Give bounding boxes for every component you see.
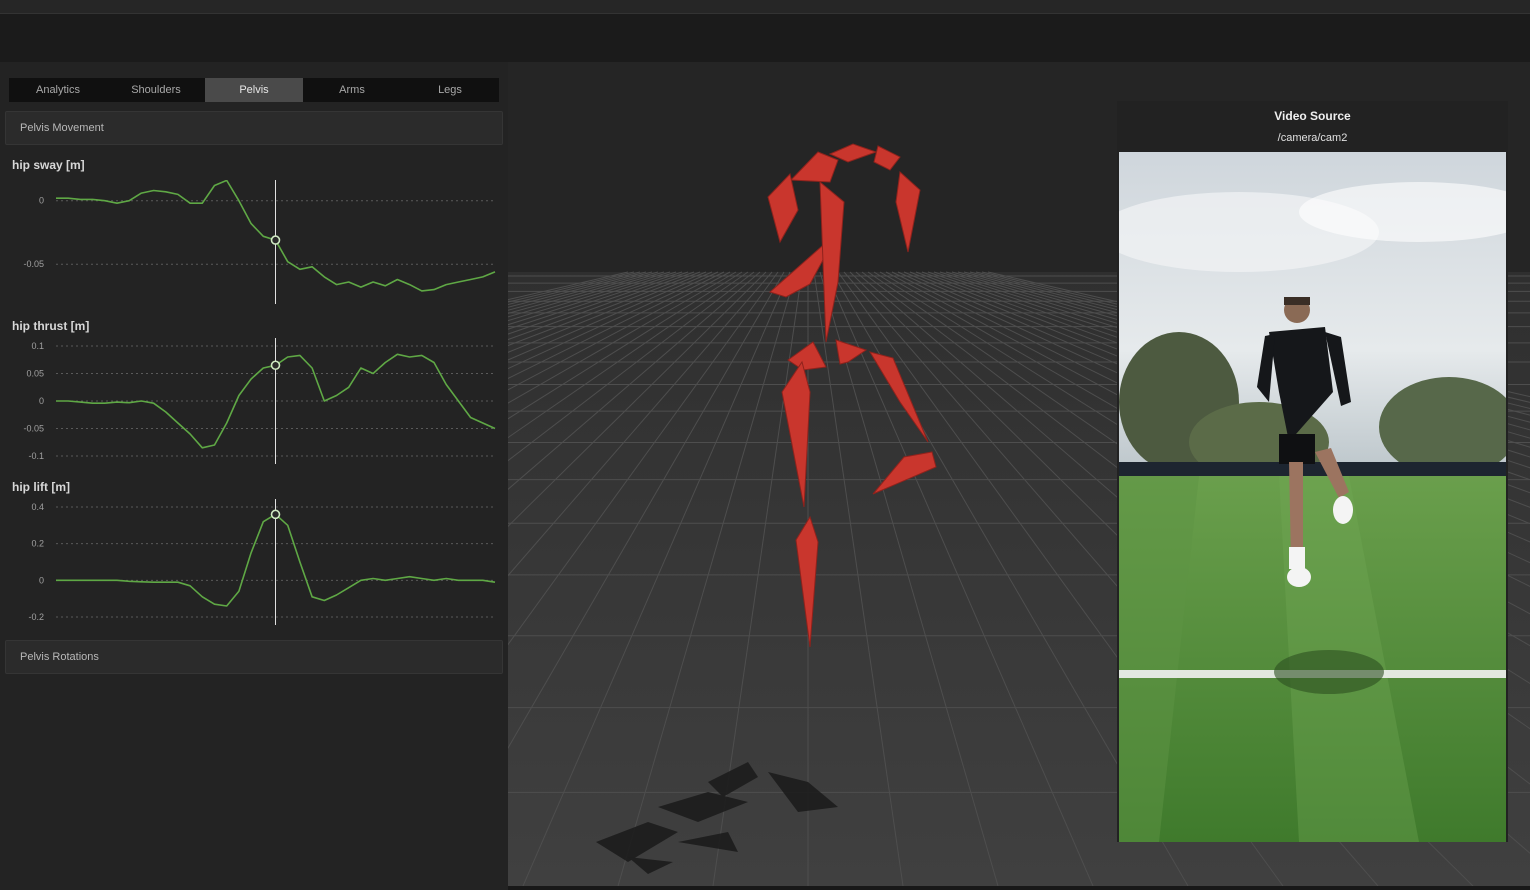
cursor-marker — [270, 360, 281, 371]
video-source-panel: Video Source /camera/cam2 — [1117, 101, 1508, 842]
video-frame-image — [1119, 152, 1506, 842]
tab-pelvis[interactable]: Pelvis — [205, 78, 303, 102]
title-bar — [0, 0, 1530, 14]
tab-bar: Analytics Shoulders Pelvis Arms Legs — [9, 78, 499, 102]
cursor-marker — [270, 235, 281, 245]
tab-arms[interactable]: Arms — [303, 78, 401, 102]
status-bar — [508, 886, 1530, 890]
video-source-path: /camera/cam2 — [1277, 132, 1348, 144]
hip-sway-plot[interactable]: 0 -0.05 — [8, 180, 503, 304]
section-pelvis-movement[interactable]: Pelvis Movement — [5, 111, 503, 145]
hip-lift-title: hip lift [m] — [12, 480, 70, 494]
cursor-marker — [270, 509, 281, 520]
hip-thrust-title: hip thrust [m] — [12, 319, 90, 333]
y-tick-label: -0.05 — [23, 424, 44, 434]
toolbar-area — [0, 14, 1530, 62]
y-tick-label: 0.05 — [26, 369, 44, 379]
app-window: Analytics Shoulders Pelvis Arms Legs Pel… — [0, 0, 1530, 890]
tab-legs[interactable]: Legs — [401, 78, 499, 102]
hip-thrust-plot[interactable]: 0.1 0.05 0 -0.05 -0.1 — [8, 338, 503, 464]
y-tick-label: 0 — [39, 575, 44, 585]
video-panel-title: Video Source — [1274, 109, 1351, 123]
analysis-panel: Analytics Shoulders Pelvis Arms Legs Pel… — [0, 62, 508, 890]
y-tick-label: 0 — [39, 196, 44, 206]
y-tick-label: 0.2 — [31, 539, 44, 549]
hip-lift-plot[interactable]: 0.4 0.2 0 -0.2 — [8, 499, 503, 625]
hip-sway-title: hip sway [m] — [12, 158, 85, 172]
video-feed[interactable] — [1119, 152, 1506, 842]
section-pelvis-rotations[interactable]: Pelvis Rotations — [5, 640, 503, 674]
y-tick-label: 0 — [39, 396, 44, 406]
y-tick-label: 0.4 — [31, 502, 44, 512]
y-tick-label: -0.05 — [23, 259, 44, 269]
tab-analytics[interactable]: Analytics — [9, 78, 107, 102]
tab-shoulders[interactable]: Shoulders — [107, 78, 205, 102]
y-tick-label: 0.1 — [31, 341, 44, 351]
y-tick-label: -0.2 — [28, 612, 44, 622]
y-tick-label: -0.1 — [28, 451, 44, 461]
